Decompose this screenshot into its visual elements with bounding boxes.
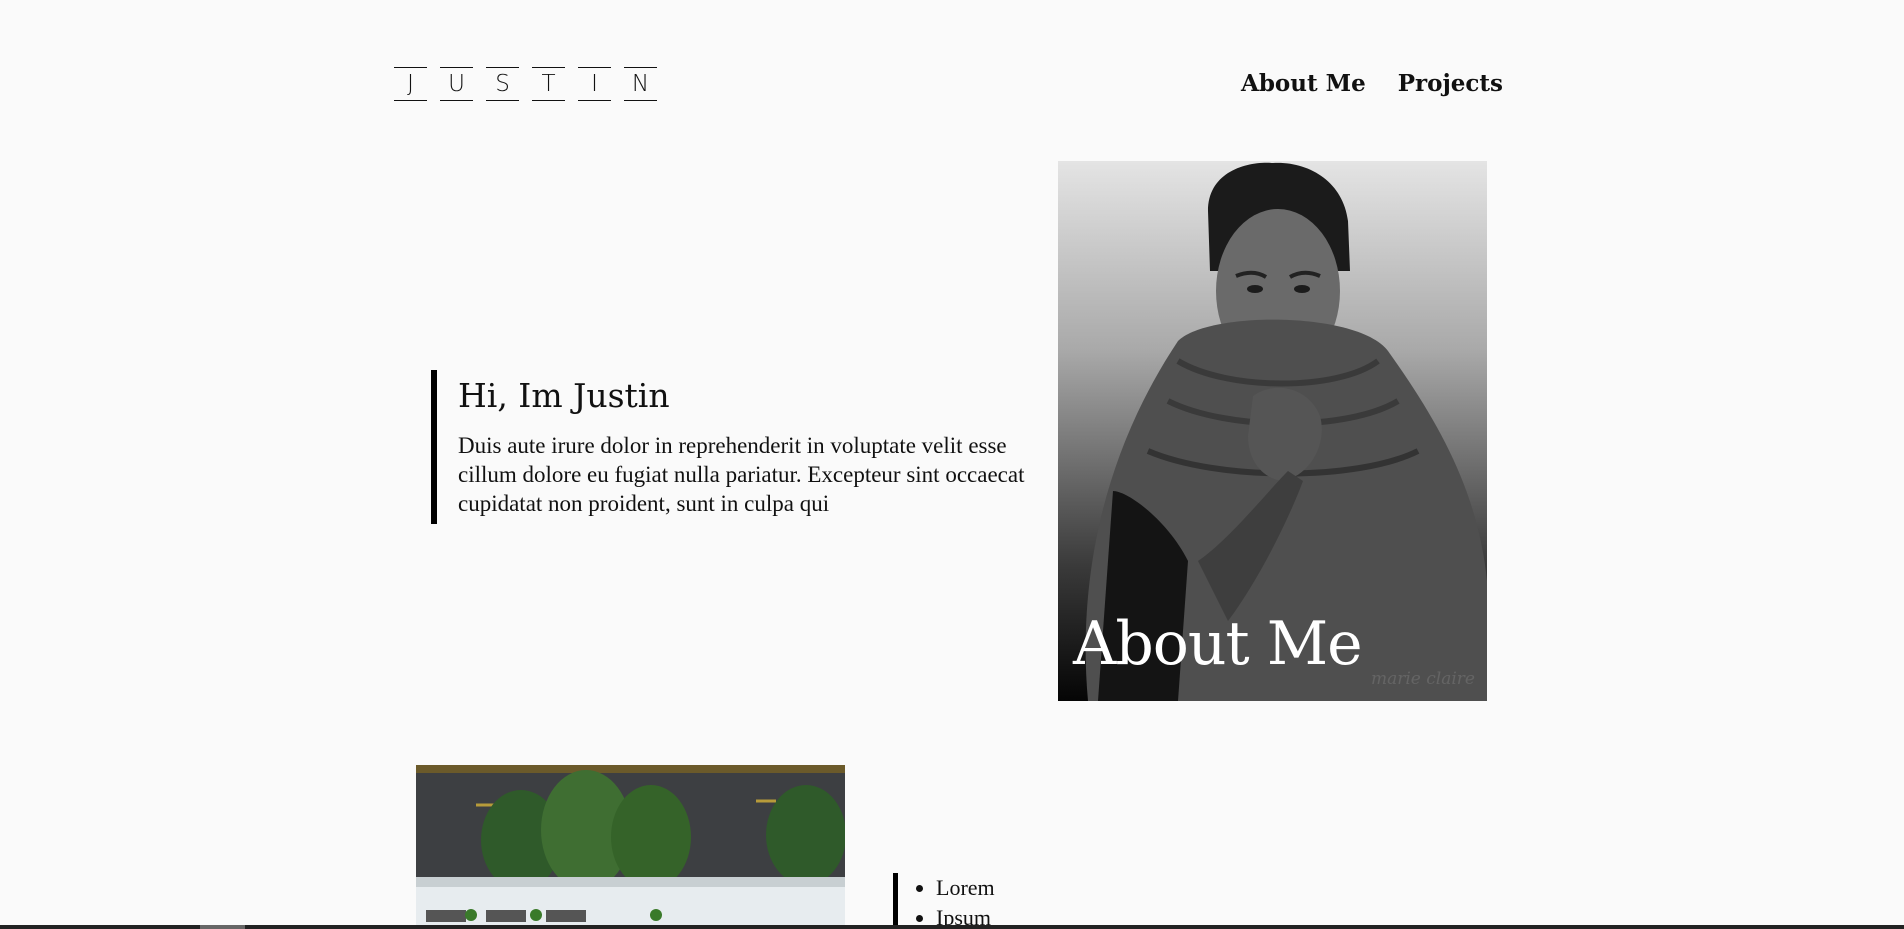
horizontal-scrollbar[interactable] [0,925,1904,929]
scrollbar-thumb[interactable] [200,925,245,929]
intro-body: Duis aute irure dolor in reprehenderit i… [458,433,1025,516]
nav-link-about-me[interactable]: About Me [1241,70,1366,97]
logo-letter: I [578,67,611,101]
project-image[interactable] [416,765,845,929]
logo-letter: J [394,67,427,101]
watermark-text: marie claire [1370,669,1475,689]
about-me-caption: About Me [1073,609,1363,679]
intro-heading: Hi, Im Justin [458,376,670,415]
nav-link-projects[interactable]: Projects [1398,70,1503,97]
project-photo [416,765,845,929]
main-nav: About Me Projects [1241,70,1503,97]
logo-letter: T [532,67,565,101]
logo-letter: S [486,67,519,101]
site-logo[interactable]: J U S T I N [394,67,657,101]
about-me-card[interactable]: About Me marie claire [1058,161,1487,701]
logo-letter: U [440,67,473,101]
list-section: Lorem Ipsum [893,873,995,929]
intro-section: Hi, Im Justin Duis aute irure dolor in r… [431,370,1043,524]
bullet-list: Lorem Ipsum [918,873,995,929]
list-item: Lorem [936,873,995,903]
logo-letter: N [624,67,657,101]
